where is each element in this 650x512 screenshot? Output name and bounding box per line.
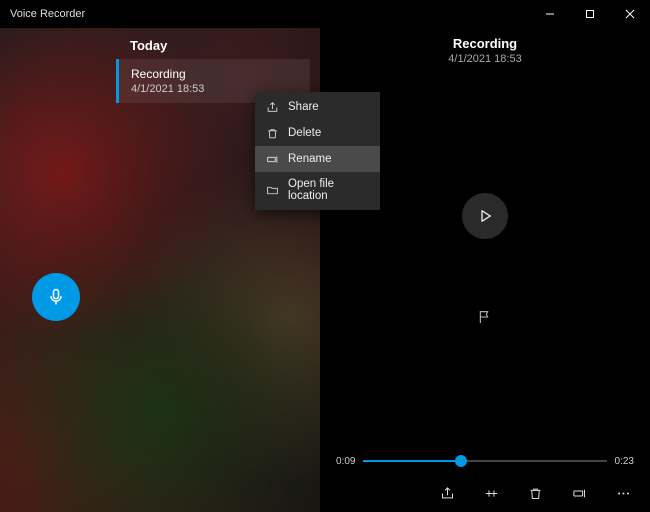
folder-icon <box>265 183 279 197</box>
menu-item-label: Rename <box>288 153 331 165</box>
context-menu: Share Delete Rename Open file location <box>255 92 380 210</box>
share-button[interactable] <box>438 484 456 502</box>
titlebar: Voice Recorder <box>0 0 650 28</box>
menu-item-open-location[interactable]: Open file location <box>255 172 380 208</box>
play-icon <box>476 207 494 225</box>
delete-button[interactable] <box>526 484 544 502</box>
bottom-action-bar <box>320 476 650 512</box>
maximize-button[interactable] <box>570 0 610 28</box>
menu-item-rename[interactable]: Rename <box>255 146 380 172</box>
menu-item-label: Share <box>288 101 319 113</box>
flag-marker-icon[interactable] <box>477 309 493 325</box>
detail-title: Recording <box>320 36 650 51</box>
close-button[interactable] <box>610 0 650 28</box>
record-button[interactable] <box>32 273 80 321</box>
total-time: 0:23 <box>615 456 634 467</box>
trim-icon <box>484 486 499 501</box>
trim-button[interactable] <box>482 484 500 502</box>
minimize-button[interactable] <box>530 0 570 28</box>
window-title: Voice Recorder <box>10 8 85 20</box>
timeline: 0:09 0:23 <box>320 452 650 476</box>
seek-slider[interactable] <box>363 452 606 470</box>
trash-icon <box>265 126 279 140</box>
detail-subtitle: 4/1/2021 18:53 <box>320 53 650 65</box>
share-icon <box>265 100 279 114</box>
trash-icon <box>528 486 543 501</box>
detail-header: Recording 4/1/2021 18:53 <box>320 28 650 65</box>
rename-icon <box>265 152 279 166</box>
play-button[interactable] <box>462 193 508 239</box>
menu-item-label: Open file location <box>288 178 370 202</box>
rename-icon <box>572 486 587 501</box>
recording-item-title: Recording <box>131 67 300 81</box>
more-icon <box>616 486 631 501</box>
current-time: 0:09 <box>336 456 355 467</box>
menu-item-delete[interactable]: Delete <box>255 120 380 146</box>
menu-item-label: Delete <box>288 127 321 139</box>
menu-item-share[interactable]: Share <box>255 94 380 120</box>
rename-button[interactable] <box>570 484 588 502</box>
microphone-icon <box>46 287 66 307</box>
section-header-today: Today <box>0 34 320 59</box>
more-button[interactable] <box>614 484 632 502</box>
share-icon <box>440 486 455 501</box>
